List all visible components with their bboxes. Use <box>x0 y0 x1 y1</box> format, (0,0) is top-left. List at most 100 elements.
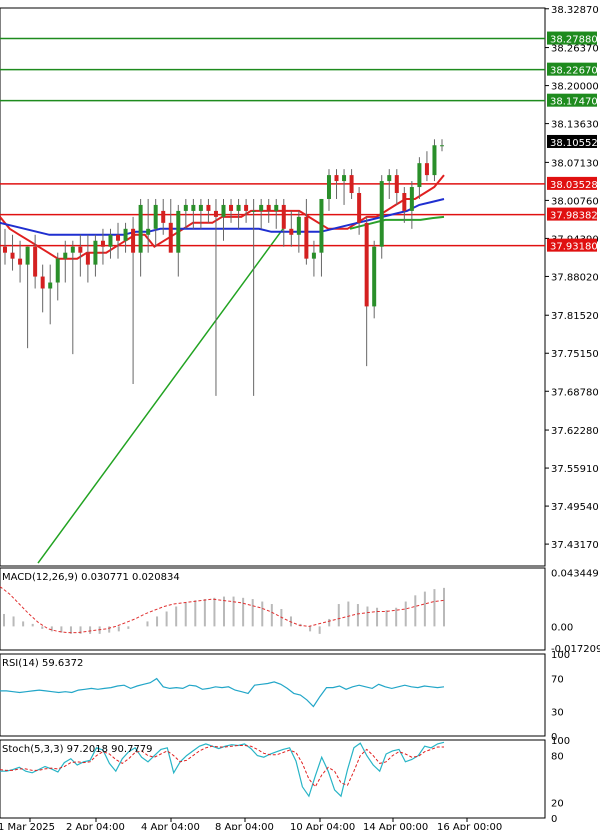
candle-body <box>33 246 38 277</box>
price-panel-frame <box>0 7 546 567</box>
macd-axis-label: 0.00 <box>551 622 573 633</box>
support-tag-label: 37.93180 <box>550 242 598 253</box>
stoch-axis-label: 0 <box>551 814 557 825</box>
candle-body <box>213 210 218 217</box>
candle-body <box>326 175 331 199</box>
candle-body <box>161 210 166 223</box>
candle-body <box>93 240 98 265</box>
support-tag-label: 37.98382 <box>550 211 598 222</box>
candle-body <box>244 204 249 211</box>
time-axis-label: 4 Apr 04:00 <box>141 822 200 830</box>
stoch-label: Stoch(5,3,3) 97.2018 90.7779 <box>2 744 153 755</box>
time-axis-label: 14 Apr 00:00 <box>363 822 428 830</box>
stoch-axis-label: 80 <box>551 752 564 763</box>
candle-body <box>394 175 399 194</box>
candle-body <box>40 276 45 289</box>
macd-axis-label: 0.043449 <box>551 568 599 579</box>
candle-body <box>55 258 60 283</box>
candle-body <box>432 145 437 176</box>
price-axis-label: 38.00760 <box>551 196 599 207</box>
candle-body <box>304 216 309 259</box>
candle-body <box>334 175 339 182</box>
trend-line <box>37 228 284 564</box>
macd-label: MACD(12,26,9) 0.030771 0.020834 <box>2 572 180 583</box>
candle-body <box>364 222 369 307</box>
candle-body <box>206 204 211 211</box>
time-axis-label: 2 Apr 04:00 <box>66 822 125 830</box>
candle-body <box>78 246 83 253</box>
candle-body <box>25 246 30 265</box>
current-price-label: 38.10552 <box>550 138 598 149</box>
candle-body <box>349 175 354 194</box>
stoch-axis-label: 100 <box>551 736 570 747</box>
candle-body <box>100 240 105 247</box>
candle-body <box>123 228 128 241</box>
candle-body <box>168 222 173 253</box>
rsi-axis-label: 70 <box>551 675 564 686</box>
resistance-tag-label: 38.17470 <box>550 97 598 108</box>
candle-body <box>183 204 188 211</box>
candle-body <box>191 204 196 211</box>
candle-body <box>274 204 279 211</box>
candle-body <box>357 193 362 223</box>
chart-root: 38.32870 38.26370 38.20000 38.13630 38.07130… <box>0 0 600 833</box>
candle-body <box>402 193 407 211</box>
chart-canvas: 38.3287038.2637038.2000038.1363038.07130… <box>0 5 600 833</box>
candle-body <box>85 252 90 265</box>
price-axis-label: 37.75150 <box>551 349 599 360</box>
time-axis-label: 16 Apr 00:00 <box>437 822 502 830</box>
candle-body <box>108 234 113 247</box>
price-axis-label: 37.43170 <box>551 540 599 551</box>
price-axis-label: 37.62280 <box>551 426 599 437</box>
rsi-axis-label: 100 <box>551 650 570 661</box>
candle-body <box>409 187 414 211</box>
candle-body <box>259 204 264 211</box>
candle-body <box>70 246 75 253</box>
candle-body <box>116 234 121 241</box>
candle-body <box>319 198 324 253</box>
candle-body <box>63 252 68 259</box>
candle-body <box>221 204 226 217</box>
candle-body <box>372 246 377 307</box>
candle-body <box>198 204 203 211</box>
time-axis-label: 1 Mar 2025 <box>0 822 55 830</box>
candle-body <box>251 210 256 212</box>
candle-body <box>138 204 143 253</box>
rsi-line <box>0 677 445 708</box>
price-axis-label: 37.88020 <box>551 272 599 283</box>
candle-body <box>440 145 444 147</box>
time-axis-label: 8 Apr 04:00 <box>215 822 274 830</box>
candle-body <box>289 228 294 235</box>
candle-body <box>10 252 15 259</box>
candle-body <box>18 258 23 265</box>
candle-body <box>131 228 136 253</box>
candle-body <box>379 181 384 247</box>
price-axis-label: 37.55910 <box>551 464 599 475</box>
rsi-axis-label: 30 <box>551 707 564 718</box>
candle-body <box>342 175 347 182</box>
price-axis-label: 38.13630 <box>551 120 599 131</box>
price-axis-label: 38.32870 <box>551 5 599 16</box>
time-axis-label: 10 Apr 04:00 <box>290 822 355 830</box>
candle-body <box>236 204 241 211</box>
candle-body <box>424 163 429 176</box>
candle-body <box>296 216 301 235</box>
price-axis-label: 38.20000 <box>551 82 599 93</box>
support-tag-label: 38.03528 <box>550 180 598 191</box>
rsi-label: RSI(14) 59.6372 <box>2 658 83 669</box>
price-axis-label: 37.81520 <box>551 311 599 322</box>
candle-body <box>153 204 158 229</box>
candle-body <box>48 282 53 289</box>
price-axis-label: 37.49540 <box>551 502 599 513</box>
candle-body <box>311 252 316 259</box>
resistance-tag-label: 38.27880 <box>550 35 598 46</box>
candle-body <box>146 228 151 235</box>
resistance-tag-label: 38.22670 <box>550 66 598 77</box>
candle-body <box>229 204 234 211</box>
candle-body <box>3 246 7 253</box>
candle-body <box>281 204 286 229</box>
candle-body <box>266 204 271 211</box>
price-axis-label: 37.68780 <box>551 387 599 398</box>
price-axis-label: 38.07130 <box>551 158 599 169</box>
stoch-axis-label: 20 <box>551 798 564 809</box>
